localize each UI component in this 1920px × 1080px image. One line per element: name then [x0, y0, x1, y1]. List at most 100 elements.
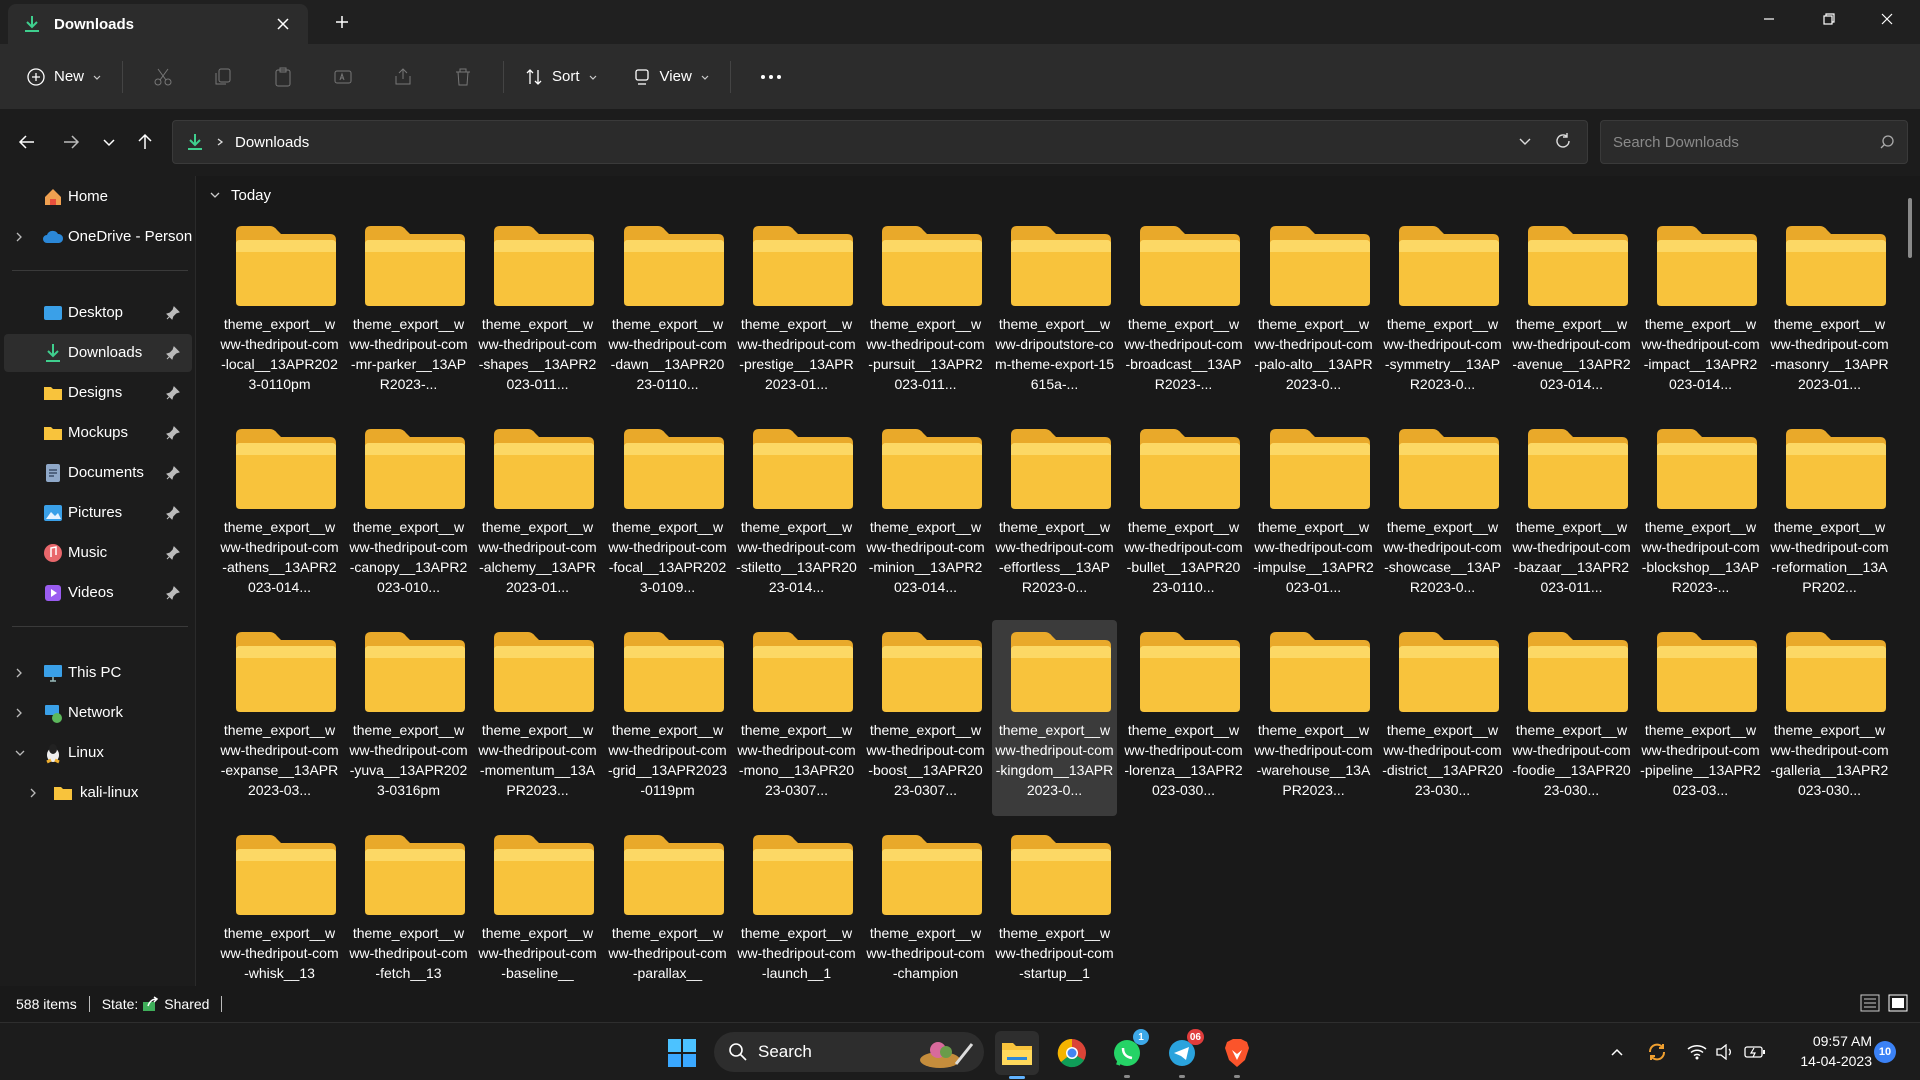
chevron-down-icon[interactable]: [14, 746, 26, 760]
folder-item[interactable]: theme_export__www-thedripout-com-stilett…: [734, 417, 859, 613]
details-view-icon[interactable]: [1860, 994, 1880, 1012]
sidebar-item-this-pc[interactable]: This PC: [4, 654, 192, 692]
sidebar-item-videos[interactable]: Videos: [4, 574, 192, 612]
folder-item[interactable]: theme_export__www-thedripout-com-mono__1…: [734, 620, 859, 816]
folder-item[interactable]: theme_export__www-thedripout-com-bazaar_…: [1509, 417, 1634, 613]
chevron-right-icon[interactable]: [28, 786, 38, 800]
folder-item[interactable]: theme_export__www-thedripout-com-startup…: [992, 823, 1117, 986]
wifi-tray-icon[interactable]: [1684, 1039, 1710, 1065]
close-window-button[interactable]: [1858, 0, 1916, 38]
copy-button[interactable]: [193, 57, 253, 97]
volume-tray-icon[interactable]: [1712, 1039, 1738, 1065]
view-button[interactable]: View: [622, 57, 720, 97]
folder-item[interactable]: theme_export__www-thedripout-com-fetch__…: [346, 823, 471, 986]
refresh-icon[interactable]: [1553, 131, 1573, 151]
show-hidden-icons-button[interactable]: [1604, 1039, 1630, 1065]
chrome-taskbar-button[interactable]: [1050, 1031, 1094, 1075]
folder-item[interactable]: theme_export__www-thedripout-com-showcas…: [1380, 417, 1505, 613]
brave-taskbar-button[interactable]: [1215, 1031, 1259, 1078]
folder-item[interactable]: theme_export__www-thedripout-com-expanse…: [217, 620, 342, 816]
new-tab-button[interactable]: [330, 10, 354, 34]
folder-item[interactable]: theme_export__www-thedripout-com-dawn__1…: [605, 214, 730, 410]
group-header-today[interactable]: Today: [209, 180, 271, 210]
folder-item[interactable]: theme_export__www-thedripout-com-effortl…: [992, 417, 1117, 613]
file-explorer-taskbar-button[interactable]: [995, 1031, 1039, 1079]
sidebar-item-desktop[interactable]: Desktop: [4, 294, 192, 332]
minimize-button[interactable]: [1740, 0, 1798, 38]
folder-item[interactable]: theme_export__www-thedripout-com-palo-al…: [1251, 214, 1376, 410]
taskbar-search[interactable]: Search: [714, 1032, 984, 1072]
folder-item[interactable]: theme_export__www-thedripout-com-grid__1…: [605, 620, 730, 816]
folder-item[interactable]: theme_export__www-thedripout-com-bullet_…: [1121, 417, 1246, 613]
close-tab-icon[interactable]: [272, 13, 294, 35]
start-button[interactable]: [660, 1031, 704, 1075]
folder-item[interactable]: theme_export__www-thedripout-com-pursuit…: [863, 214, 988, 410]
share-button[interactable]: [373, 57, 433, 97]
telegram-taskbar-button[interactable]: 06: [1160, 1029, 1204, 1078]
recent-locations-button[interactable]: [92, 122, 126, 162]
breadcrumb[interactable]: Downloads: [235, 134, 309, 151]
tab-downloads[interactable]: Downloads: [8, 4, 308, 44]
sort-button[interactable]: Sort: [514, 57, 608, 97]
folder-item[interactable]: theme_export__www-thedripout-com-lorenza…: [1121, 620, 1246, 816]
pin-icon[interactable]: [166, 346, 180, 360]
folder-item[interactable]: theme_export__www-thedripout-com-symmetr…: [1380, 214, 1505, 410]
pin-icon[interactable]: [166, 306, 180, 320]
folder-item[interactable]: theme_export__www-thedripout-com-foodie_…: [1509, 620, 1634, 816]
folder-item[interactable]: theme_export__www-thedripout-com-boost__…: [863, 620, 988, 816]
folder-item[interactable]: theme_export__www-thedripout-com-prestig…: [734, 214, 859, 410]
folder-item[interactable]: theme_export__www-thedripout-com-alchemy…: [475, 417, 600, 613]
folder-item[interactable]: theme_export__www-thedripout-com-reforma…: [1767, 417, 1892, 613]
folder-item[interactable]: theme_export__www-thedripout-com-distric…: [1380, 620, 1505, 816]
battery-tray-icon[interactable]: [1742, 1039, 1768, 1065]
restore-button[interactable]: [1800, 0, 1858, 38]
folder-item[interactable]: theme_export__www-dripoutstore-com-theme…: [992, 214, 1117, 410]
folder-item[interactable]: theme_export__www-thedripout-com-momentu…: [475, 620, 600, 816]
folder-item[interactable]: theme_export__www-thedripout-com-masonry…: [1767, 214, 1892, 410]
folder-item[interactable]: theme_export__www-thedripout-com-broadca…: [1121, 214, 1246, 410]
sidebar-item-designs[interactable]: Designs: [4, 374, 192, 412]
vertical-scrollbar[interactable]: [1908, 198, 1912, 258]
sync-tray-icon[interactable]: [1644, 1039, 1670, 1065]
folder-item[interactable]: theme_export__www-thedripout-com-launch_…: [734, 823, 859, 986]
pin-icon[interactable]: [166, 426, 180, 440]
chevron-right-icon[interactable]: [215, 137, 225, 147]
sidebar-item-music[interactable]: Music: [4, 534, 192, 572]
forward-button[interactable]: [54, 122, 88, 162]
sidebar-item-pictures[interactable]: Pictures: [4, 494, 192, 532]
folder-item[interactable]: theme_export__www-thedripout-com-canopy_…: [346, 417, 471, 613]
notification-count-badge[interactable]: 10: [1874, 1041, 1896, 1063]
folder-item[interactable]: theme_export__www-thedripout-com-whisk__…: [217, 823, 342, 986]
search-box[interactable]: Search Downloads: [1600, 120, 1908, 164]
delete-button[interactable]: [433, 57, 493, 97]
folder-item[interactable]: theme_export__www-thedripout-com-blocksh…: [1638, 417, 1763, 613]
chevron-right-icon[interactable]: [14, 666, 24, 680]
sidebar-item-downloads[interactable]: Downloads: [4, 334, 192, 372]
new-button[interactable]: New: [16, 57, 112, 97]
folder-item[interactable]: theme_export__www-thedripout-com-kingdom…: [992, 620, 1117, 816]
rename-button[interactable]: [313, 57, 373, 97]
cut-button[interactable]: [133, 57, 193, 97]
up-button[interactable]: [128, 122, 162, 162]
sidebar-item-documents[interactable]: Documents: [4, 454, 192, 492]
folder-item[interactable]: theme_export__www-thedripout-com-minion_…: [863, 417, 988, 613]
pin-icon[interactable]: [166, 586, 180, 600]
chevron-right-icon[interactable]: [14, 230, 24, 244]
clock[interactable]: 09:57 AM 14-04-2023: [1780, 1031, 1872, 1071]
large-icons-view-icon[interactable]: [1888, 994, 1908, 1012]
more-options-button[interactable]: [741, 57, 801, 97]
whatsapp-taskbar-button[interactable]: 1: [1105, 1029, 1149, 1078]
search-input[interactable]: Search Downloads: [1613, 134, 1879, 151]
back-button[interactable]: [10, 122, 44, 162]
sidebar-item-kali-linux[interactable]: kali-linux: [4, 774, 192, 812]
folder-item[interactable]: theme_export__www-thedripout-com-impulse…: [1251, 417, 1376, 613]
folder-item[interactable]: theme_export__www-thedripout-com-yuva__1…: [346, 620, 471, 816]
folder-item[interactable]: theme_export__www-thedripout-com-champio…: [863, 823, 988, 986]
folder-item[interactable]: theme_export__www-thedripout-com-pipelin…: [1638, 620, 1763, 816]
folder-item[interactable]: theme_export__www-thedripout-com-paralla…: [605, 823, 730, 986]
pin-icon[interactable]: [166, 466, 180, 480]
folder-item[interactable]: theme_export__www-thedripout-com-shapes_…: [475, 214, 600, 410]
folder-item[interactable]: theme_export__www-thedripout-com-baselin…: [475, 823, 600, 986]
pin-icon[interactable]: [166, 546, 180, 560]
folder-item[interactable]: theme_export__www-thedripout-com-focal__…: [605, 417, 730, 613]
